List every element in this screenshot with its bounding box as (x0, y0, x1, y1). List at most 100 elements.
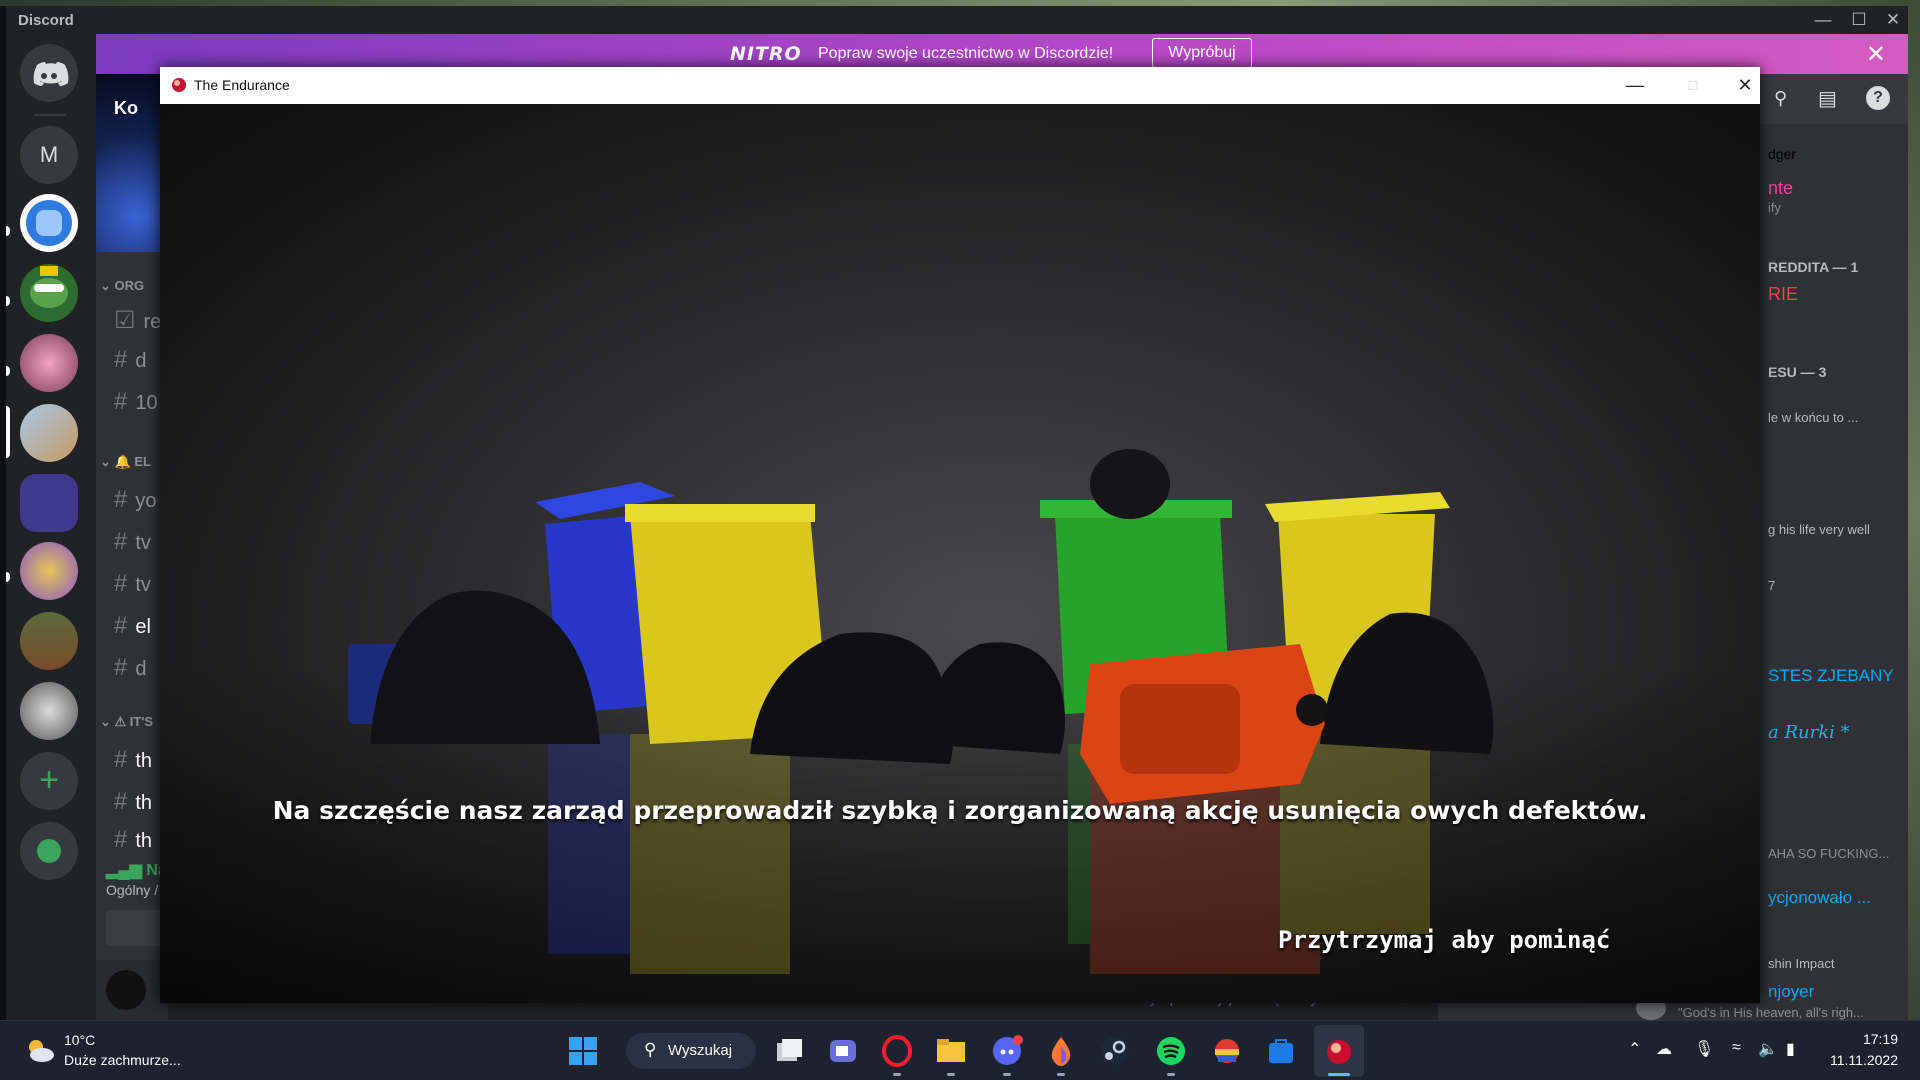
server-icon-cat[interactable] (20, 404, 78, 462)
discord-icon[interactable] (990, 1034, 1024, 1068)
task-view-icon[interactable] (772, 1034, 806, 1068)
store-icon[interactable] (1264, 1034, 1298, 1068)
channel-row-selected[interactable]: # th (114, 788, 152, 816)
game-close-button[interactable]: ✕ (1722, 71, 1768, 99)
teams-chat-icon[interactable] (826, 1034, 860, 1068)
microphone-icon[interactable]: 🎙 (1694, 1039, 1714, 1059)
member-group-header: REDDITA — 1 (1768, 259, 1859, 275)
channel-row[interactable]: # th (114, 826, 152, 854)
nitro-logo: NITRO (730, 43, 802, 65)
game-window: The Endurance — □ ✕ Na szczęście nasz za… (160, 67, 1760, 1003)
search-icon[interactable]: ⚲ (1774, 88, 1787, 109)
server-name[interactable]: Ko (114, 98, 138, 119)
weather-temperature[interactable]: 10°C (64, 1032, 95, 1048)
channel-row[interactable]: # tv (114, 570, 151, 598)
discord-titlebar: Discord — ☐ ✕ (6, 6, 1908, 34)
wifi-icon[interactable]: ≈ (1732, 1039, 1741, 1057)
endurance-game-icon[interactable] (1322, 1034, 1356, 1068)
selected-pill (6, 406, 10, 458)
taskbar-search-button[interactable]: ⚲ Wyszukaj (626, 1033, 756, 1069)
dm-avatar[interactable]: M (20, 126, 78, 184)
tray-overflow-icon[interactable]: ⌃ (1628, 1039, 1641, 1059)
nitro-close-icon[interactable]: ✕ (1866, 40, 1886, 69)
game-launcher-icon[interactable] (1210, 1034, 1244, 1068)
server-icon-character[interactable] (20, 612, 78, 670)
channel-row[interactable]: # yo (114, 486, 156, 514)
weather-condition[interactable]: Duże zachmurze... (64, 1052, 181, 1068)
explore-servers-icon[interactable] (20, 822, 78, 880)
member-item[interactable]: STES ZJEBANY (1768, 666, 1894, 686)
start-icon[interactable] (566, 1034, 600, 1068)
maximize-button[interactable]: ☐ (1844, 8, 1874, 32)
add-server-icon[interactable]: + (20, 752, 78, 810)
running-indicator (1057, 1073, 1065, 1076)
server-rail: M + (6, 34, 96, 1020)
game-maximize-button[interactable]: □ (1670, 71, 1716, 99)
active-indicator (1328, 1073, 1350, 1076)
server-icon-folder[interactable] (20, 474, 78, 532)
voice-status[interactable]: ▂▄▆ Naw (106, 860, 168, 880)
member-item: ify (1768, 200, 1781, 215)
channel-row[interactable]: # d (114, 654, 146, 682)
inbox-icon[interactable]: ▤ (1818, 86, 1837, 111)
weather-cloud-sun-icon[interactable] (24, 1037, 56, 1065)
skip-hint[interactable]: Przytrzymaj aby pominąć (1278, 926, 1610, 954)
server-icon-grey[interactable] (20, 682, 78, 740)
unread-pill (6, 226, 10, 236)
help-icon[interactable]: ? (1866, 86, 1890, 110)
channel-row[interactable]: # th (114, 746, 152, 774)
member-item[interactable]: nte (1768, 178, 1793, 199)
file-explorer-icon[interactable] (934, 1034, 968, 1068)
member-status: g his life very well (1768, 522, 1870, 537)
category-label[interactable]: ⌄ ORG (100, 278, 144, 294)
channel-row-unread[interactable]: # el (114, 612, 151, 640)
member-item[interactable]: dger (1768, 146, 1796, 162)
discord-logo-icon (33, 62, 69, 86)
camera-button[interactable] (106, 910, 168, 946)
paint-drop-icon[interactable] (1044, 1034, 1078, 1068)
clock-date[interactable]: 11.11.2022 (1830, 1052, 1898, 1068)
member-status: AHA SO FUCKING... (1768, 846, 1890, 861)
unread-pill (6, 572, 10, 582)
nitro-try-button[interactable]: Wypróbuj (1152, 38, 1252, 68)
member-status: shin Impact (1768, 956, 1835, 971)
user-avatar[interactable] (106, 970, 146, 1010)
member-item[interactable]: a Rurki * (1768, 722, 1850, 743)
member-item[interactable]: njoyer (1768, 982, 1814, 1002)
discord-home-button[interactable] (20, 44, 78, 102)
volume-icon[interactable]: 🔈 (1758, 1039, 1778, 1059)
channel-row[interactable]: # d (114, 346, 146, 374)
spotify-icon[interactable] (1154, 1034, 1188, 1068)
member-item[interactable]: ycjonowało ... (1768, 888, 1871, 908)
server-icon-blue[interactable] (20, 194, 78, 252)
cutscene-subtitle: Na szczęście nasz zarząd przeprowadził s… (272, 796, 1648, 825)
running-indicator (1167, 1073, 1175, 1076)
unread-pill (6, 296, 10, 306)
channel-row[interactable]: # tv (114, 528, 151, 556)
server-icon-pink[interactable] (20, 334, 78, 392)
rail-divider (34, 114, 66, 116)
onedrive-icon[interactable]: ☁ (1656, 1039, 1672, 1059)
opera-icon[interactable] (880, 1034, 914, 1068)
channel-row[interactable]: ☑ re (114, 306, 161, 335)
server-icon-frog[interactable] (20, 264, 78, 322)
running-indicator (893, 1073, 901, 1076)
category-label[interactable]: ⌄ 🔔 EL (100, 454, 151, 470)
game-minimize-button[interactable]: — (1612, 71, 1658, 99)
game-cutscene[interactable]: Na szczęście nasz zarząd przeprowadził s… (160, 104, 1760, 1003)
steam-icon[interactable] (1098, 1034, 1132, 1068)
server-icon-cartoon[interactable] (20, 542, 78, 600)
unread-pill (6, 366, 10, 376)
channel-row[interactable]: #10 (114, 388, 158, 416)
desktop: { "discord": { "app_title": "Discord", "… (0, 0, 1920, 1080)
battery-icon[interactable]: ▮ (1786, 1039, 1795, 1059)
minimize-button[interactable]: — (1808, 8, 1838, 32)
search-label: Wyszukaj (668, 1042, 733, 1059)
member-item[interactable]: RIE (1768, 284, 1798, 305)
game-titlebar: The Endurance — □ ✕ (160, 67, 1760, 104)
category-label[interactable]: ⌄ ⚠ IT'S (100, 714, 153, 730)
close-button[interactable]: ✕ (1878, 8, 1908, 32)
clock-time[interactable]: 17:19 (1863, 1031, 1898, 1047)
discord-app-title: Discord (18, 12, 74, 29)
nitro-message: Popraw swoje uczestnictwo w Discordzie! (818, 45, 1114, 62)
